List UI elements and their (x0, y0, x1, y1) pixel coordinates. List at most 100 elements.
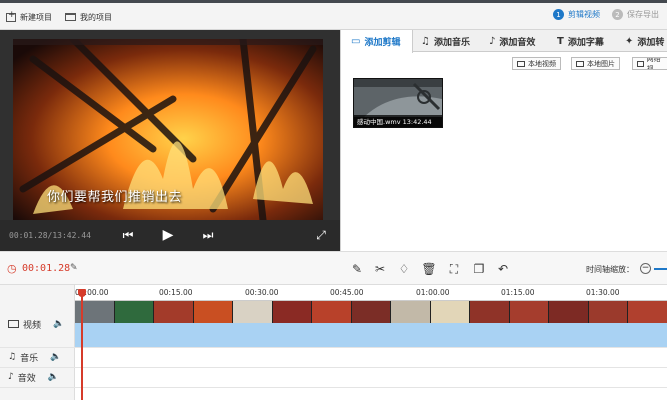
music-volume-icon[interactable]: 🔈 (50, 352, 61, 362)
edit-button[interactable]: ✎ (349, 261, 365, 277)
tab-label: 添加字幕 (567, 37, 604, 48)
timeline: 00:00.00 00:15.00 00:30.00 00:45.00 01:0… (0, 285, 667, 400)
text-icon: T (557, 35, 564, 47)
playhead-line (81, 290, 83, 400)
clip-thumbnail-image (354, 79, 442, 117)
split-button[interactable]: ✂ (372, 261, 388, 277)
video-clip-strip[interactable] (75, 301, 667, 323)
step-1-label: 剪辑视频 (568, 10, 600, 19)
edit-toolbar: ◷ 00:01.28 ✎ ✎ ✂ ♢ 🗑 ⛶ ❐ ↶ 时间轴缩放： − (0, 251, 667, 285)
music-track-label: 音乐 (20, 353, 39, 364)
sound-effect-icon: ♪ (489, 35, 496, 47)
undo-button[interactable]: ↶ (495, 261, 511, 277)
video-subtitle: 你们要帮我们推销出去 (47, 190, 183, 205)
tab-add-clip[interactable]: ▭ 添加剪辑 (341, 30, 413, 53)
crop-button[interactable]: ⛶ (446, 261, 462, 277)
playhead-handle[interactable] (78, 289, 86, 297)
step-2-badge: 2 (612, 9, 623, 20)
delete-button[interactable]: 🗑 (421, 261, 437, 277)
video-track[interactable] (75, 301, 667, 347)
play-button[interactable]: ▶ (160, 226, 176, 244)
local-video-button[interactable]: 本地视频 (512, 57, 561, 70)
timeline-zoom-label: 时间轴缩放： (586, 265, 634, 274)
network-video-button[interactable]: 网络视 (632, 57, 667, 70)
ruler-tick: 00:15.00 (159, 288, 193, 297)
music-track-icon: ♫ (8, 352, 17, 362)
tab-label: 添加音效 (499, 37, 536, 48)
my-projects-label: 我的项目 (80, 12, 112, 22)
pencil-icon: ✎ (351, 262, 363, 276)
network-video-label: 网络视 (646, 57, 661, 70)
play-icon: ▶ (162, 227, 174, 243)
ruler-tick: 00:45.00 (330, 288, 364, 297)
video-track-header: 视频 🔈 (0, 301, 75, 347)
zoom-slider[interactable] (654, 268, 667, 270)
tab-add-subtitle[interactable]: T 添加字幕 (557, 30, 604, 52)
tab-label: 添加音乐 (433, 37, 470, 48)
current-time: 00:01.28 (22, 263, 71, 274)
media-tabs: ▭ 添加剪辑 ♫ 添加音乐 ♪ 添加音效 T 添加字幕 ✦ 添加转 (341, 30, 667, 53)
video-editor-window: 新建项目 我的项目 1 剪辑视频 2 保存导出 (0, 0, 667, 400)
track-divider (0, 367, 667, 368)
sound-effect-track[interactable] (75, 367, 667, 387)
step-edit-video[interactable]: 1 剪辑视频 (553, 9, 600, 20)
network-video-icon (637, 60, 644, 67)
tab-add-sound-effect[interactable]: ♪ 添加音效 (489, 30, 535, 52)
video-track-icon (8, 320, 19, 328)
sound-effect-volume-icon[interactable]: 🔈 (48, 372, 59, 382)
time-ruler[interactable]: 00:00.00 00:15.00 00:30.00 00:45.00 01:0… (75, 285, 667, 301)
skip-back-icon: ⏮ (122, 227, 134, 242)
media-clip-thumbnail[interactable]: 感动中国.wmv 13:42.44 (353, 78, 443, 128)
ruler-header (0, 285, 75, 301)
playback-timecode: 00:01.28/13:42.44 (9, 231, 91, 240)
empty-track-header (0, 387, 75, 400)
scissors-icon: ✂ (374, 262, 386, 276)
new-project-icon (6, 10, 16, 22)
local-image-icon (576, 60, 584, 67)
music-note-icon: ♫ (421, 35, 430, 47)
local-image-label: 本地图片 (587, 59, 615, 68)
local-video-label: 本地视频 (528, 59, 556, 68)
track-divider (0, 387, 667, 388)
tab-add-transition[interactable]: ✦ 添加转 (625, 30, 664, 52)
marker-button[interactable]: ♢ (396, 261, 412, 277)
ruler-tick: 01:15.00 (501, 288, 535, 297)
ruler-tick: 01:30.00 (586, 288, 620, 297)
copy-icon: ❐ (473, 262, 485, 276)
tab-label: 添加转 (637, 37, 665, 48)
tab-add-music[interactable]: ♫ 添加音乐 (421, 30, 470, 52)
bell-icon: ♢ (398, 262, 410, 276)
folder-icon (65, 13, 76, 21)
step-1-badge: 1 (553, 9, 564, 20)
sound-effect-track-label: 音效 (17, 373, 36, 384)
edit-time-icon[interactable]: ✎ (70, 263, 78, 273)
new-project-label: 新建项目 (20, 12, 52, 22)
music-track[interactable] (75, 347, 667, 367)
clock-icon: ◷ (7, 262, 17, 275)
transition-icon: ✦ (625, 35, 634, 47)
video-volume-icon[interactable]: 🔈 (53, 319, 64, 329)
undo-icon: ↶ (497, 262, 509, 276)
music-track-header: ♫ 音乐 🔈 (0, 347, 75, 367)
local-video-icon (517, 60, 525, 67)
tab-label: 添加剪辑 (364, 38, 401, 48)
video-player: 你们要帮我们推销出去 00:01.28/13:42.44 ⏮ ▶ ⏭ ⤢ (0, 30, 340, 251)
playback-controls: 00:01.28/13:42.44 ⏮ ▶ ⏭ ⤢ (0, 220, 340, 251)
step-save-export[interactable]: 2 保存导出 (612, 9, 659, 20)
local-image-button[interactable]: 本地图片 (571, 57, 620, 70)
media-panel: ▭ 添加剪辑 ♫ 添加音乐 ♪ 添加音效 T 添加字幕 ✦ 添加转 本地视频 本… (340, 30, 667, 251)
copy-button[interactable]: ❐ (471, 261, 487, 277)
previous-frame-button[interactable]: ⏮ (120, 226, 136, 244)
ruler-tick: 01:00.00 (416, 288, 450, 297)
my-projects-button[interactable]: 我的项目 (65, 10, 112, 24)
fullscreen-icon: ⤢ (316, 227, 326, 242)
next-frame-button[interactable]: ⏭ (200, 226, 216, 244)
ruler-tick: 00:30.00 (245, 288, 279, 297)
zoom-out-button[interactable]: − (640, 263, 651, 274)
sound-effect-track-icon: ♪ (8, 372, 14, 382)
skip-forward-icon: ⏭ (202, 227, 214, 242)
fullscreen-button[interactable]: ⤢ (313, 226, 329, 244)
film-icon: ▭ (351, 36, 361, 47)
new-project-button[interactable]: 新建项目 (6, 10, 52, 24)
video-preview[interactable]: 你们要帮我们推销出去 (13, 39, 323, 250)
